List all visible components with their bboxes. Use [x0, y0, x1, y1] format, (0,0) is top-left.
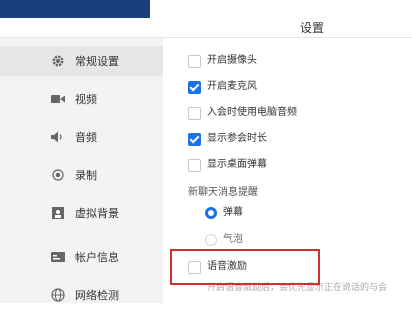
- show-duration-checkbox[interactable]: [188, 133, 201, 146]
- bubble-radio-button[interactable]: [205, 234, 217, 246]
- option-label: 开启摄像头: [207, 55, 257, 66]
- speaker-icon: [50, 130, 66, 144]
- sidebar-item-label: 常规设置: [75, 55, 119, 68]
- window-title: 设置: [300, 21, 325, 35]
- sidebar-item-audio[interactable]: 音频: [0, 122, 163, 152]
- sidebar-item-label: 网络检测: [75, 289, 119, 302]
- sidebar-item-label: 音频: [75, 131, 97, 144]
- record-icon: [50, 168, 66, 182]
- desktop-danmaku-checkbox[interactable]: [188, 159, 201, 172]
- title-bar: 设置: [0, 18, 412, 38]
- option-label: 开启麦克风: [207, 81, 257, 92]
- option-label: 显示桌面弹幕: [207, 159, 267, 170]
- sidebar-item-general[interactable]: 常规设置: [0, 46, 163, 76]
- gear-icon: [50, 54, 66, 68]
- video-camera-icon: [50, 92, 66, 106]
- option-label: 入会时使用电脑音频: [207, 107, 297, 118]
- sidebar-item-label: 虚拟背景: [75, 207, 119, 220]
- background-window-strip: [0, 0, 150, 18]
- option-label: 显示参会时长: [207, 133, 267, 144]
- danmaku-radio-button[interactable]: [205, 207, 217, 219]
- sidebar-item-label: 帐户信息: [75, 251, 119, 264]
- sidebar-item-recording[interactable]: 录制: [0, 160, 163, 190]
- globe-icon: [50, 288, 66, 302]
- highlight-box: [170, 249, 320, 285]
- enable-microphone-checkbox[interactable]: [188, 81, 201, 94]
- radio-label: 气泡: [223, 234, 243, 245]
- sidebar-item-label: 视频: [75, 93, 97, 106]
- settings-sidebar: 常规设置 视频 音频 录制 虚拟背景 帐户信息 网络检测: [0, 38, 163, 303]
- id-card-icon: [50, 250, 66, 264]
- sidebar-item-label: 录制: [75, 169, 97, 182]
- sidebar-item-network-test[interactable]: 网络检测: [0, 280, 163, 310]
- sidebar-item-virtual-background[interactable]: 虚拟背景: [0, 198, 163, 228]
- enable-camera-checkbox[interactable]: [188, 55, 201, 68]
- sidebar-item-video[interactable]: 视频: [0, 84, 163, 114]
- radio-label: 弹幕: [223, 207, 243, 218]
- computer-audio-checkbox[interactable]: [188, 107, 201, 120]
- chat-reminder-label: 新聊天消息提醒: [188, 187, 258, 198]
- sidebar-item-account[interactable]: 帐户信息: [0, 242, 163, 272]
- portrait-icon: [50, 206, 66, 220]
